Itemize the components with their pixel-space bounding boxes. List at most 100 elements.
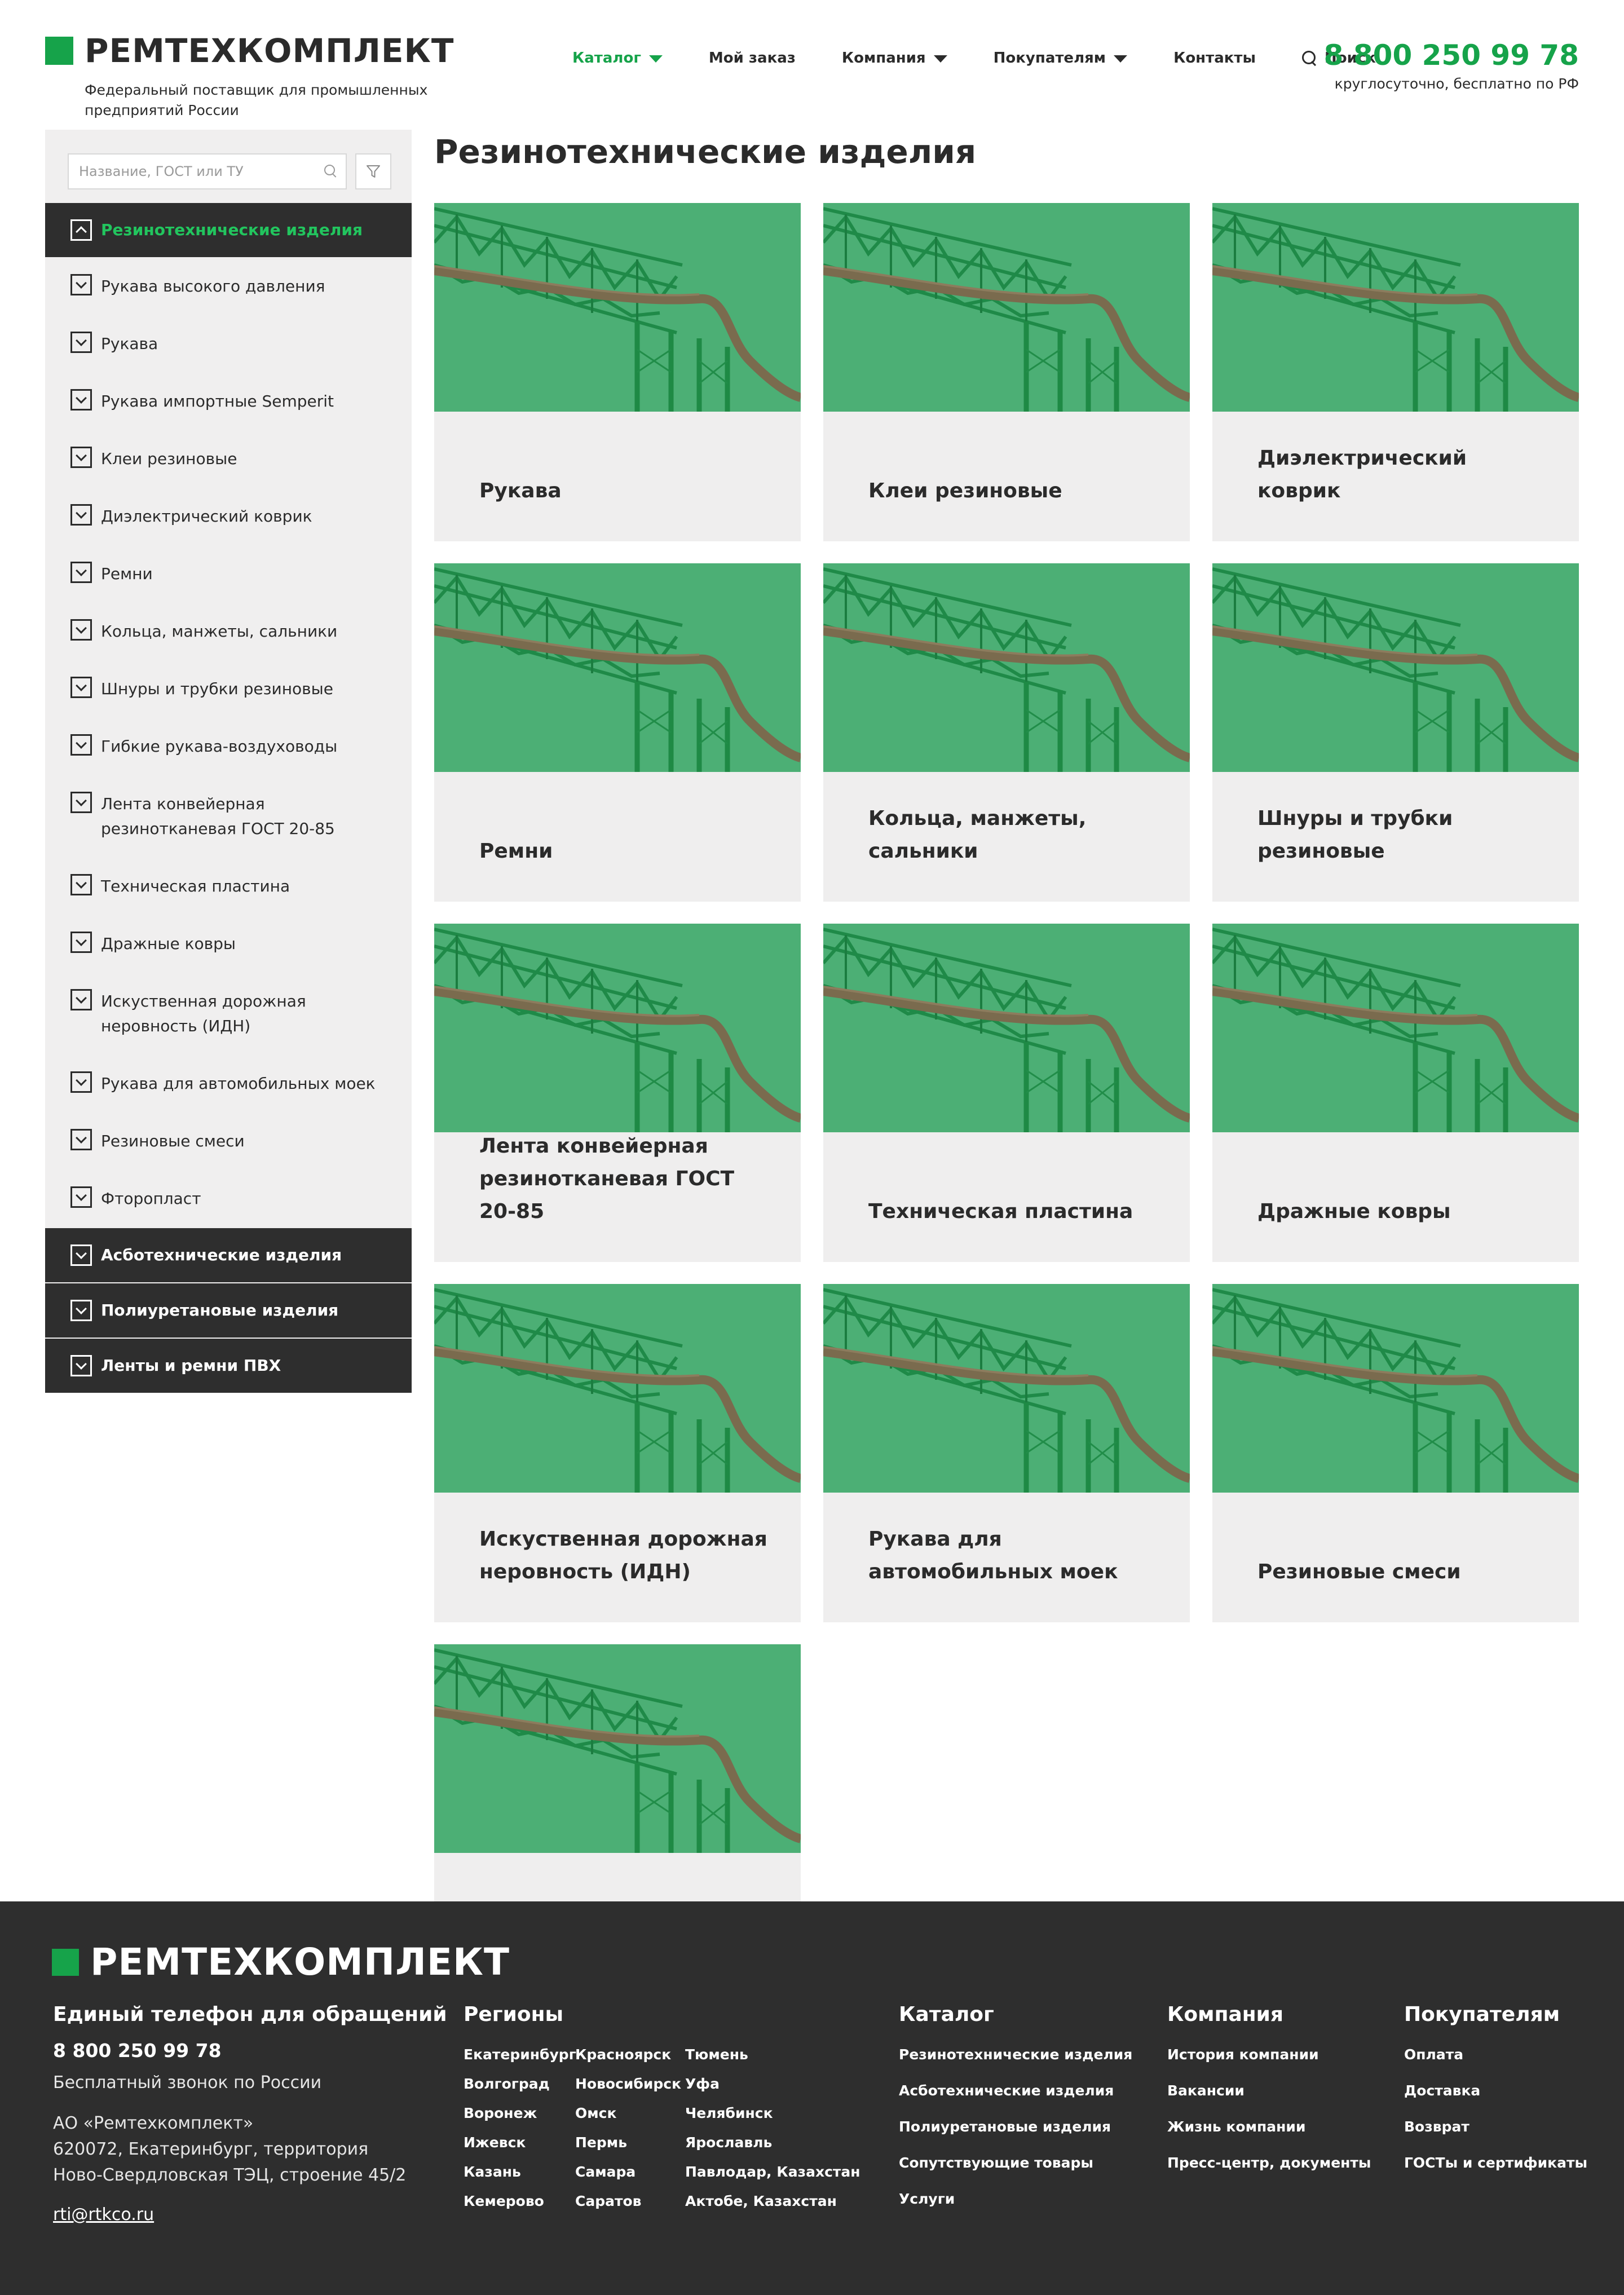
category-card[interactable]: Искуственная дорожная неровность (ИДН): [434, 1284, 801, 1622]
region-link[interactable]: Самара: [575, 2157, 681, 2187]
expand-toggle[interactable]: [70, 219, 92, 241]
category-label: Дражные ковры: [101, 934, 236, 953]
region-link[interactable]: Павлодар, Казахстан: [685, 2157, 860, 2187]
chevron-down-icon: [1114, 55, 1128, 63]
category-card[interactable]: Клеи резиновые: [823, 203, 1190, 541]
category-card[interactable]: Диэлектрический коврик: [1212, 203, 1579, 541]
footer-buyers-link[interactable]: Оплата: [1404, 2037, 1587, 2073]
expand-toggle[interactable]: [70, 1355, 92, 1376]
footer-buyers-link[interactable]: ГОСТы и сертификаты: [1404, 2145, 1587, 2181]
nav-my-order[interactable]: Мой заказ: [709, 50, 796, 67]
category-item[interactable]: Рукава: [45, 316, 412, 373]
region-link[interactable]: Кемерово: [464, 2187, 576, 2216]
footer-email[interactable]: rti@rtkco.ru: [53, 2205, 154, 2225]
region-link[interactable]: Саратов: [575, 2187, 681, 2216]
footer-catalog-link[interactable]: Асботехнические изделия: [899, 2073, 1132, 2109]
card-image: [823, 924, 1190, 1132]
expand-toggle[interactable]: [70, 504, 92, 526]
footer-company-link[interactable]: Вакансии: [1167, 2073, 1371, 2109]
expand-toggle[interactable]: [70, 332, 92, 353]
expand-toggle[interactable]: [70, 932, 92, 953]
category-item[interactable]: Фторопласт: [45, 1171, 412, 1228]
category-item[interactable]: Шнуры и трубки резиновые: [45, 661, 412, 718]
category-card[interactable]: Дражные ковры: [1212, 924, 1579, 1262]
expand-toggle[interactable]: [70, 389, 92, 411]
category-card[interactable]: Ремни: [434, 563, 801, 902]
expand-toggle[interactable]: [70, 792, 92, 813]
region-link[interactable]: Новосибирск: [575, 2069, 681, 2099]
category-item[interactable]: Техническая пластина: [45, 858, 412, 916]
category-item[interactable]: Диэлектрический коврик: [45, 488, 412, 546]
expand-toggle[interactable]: [70, 1300, 92, 1321]
expand-toggle[interactable]: [70, 1129, 92, 1150]
category-group[interactable]: Полиуретановые изделия: [45, 1283, 412, 1338]
card-title: Рукава: [479, 479, 562, 502]
nav-catalog[interactable]: Каталог: [572, 50, 663, 67]
expand-toggle[interactable]: [70, 1244, 92, 1266]
category-item[interactable]: Искуственная дорожная неровность (ИДН): [45, 973, 412, 1056]
category-card[interactable]: Шнуры и трубки резиновые: [1212, 563, 1579, 902]
nav-contacts[interactable]: Контакты: [1173, 50, 1256, 67]
region-link[interactable]: Тюмень: [685, 2040, 860, 2069]
region-link[interactable]: Уфа: [685, 2069, 860, 2099]
expand-toggle[interactable]: [70, 989, 92, 1010]
expand-toggle[interactable]: [70, 1071, 92, 1093]
phone-number[interactable]: 8 800 250 99 78: [1324, 38, 1579, 72]
region-link[interactable]: Ижевск: [464, 2128, 576, 2157]
category-card[interactable]: Рукава: [434, 203, 801, 541]
category-item[interactable]: Рукава для автомобильных моек: [45, 1056, 412, 1113]
expand-toggle[interactable]: [70, 677, 92, 698]
category-item[interactable]: Резиновые смеси: [45, 1113, 412, 1171]
category-card[interactable]: Техническая пластина: [823, 924, 1190, 1262]
nav-company[interactable]: Компания: [842, 50, 947, 67]
category-card[interactable]: Лента конвейерная резинотканевая ГОСТ 20…: [434, 924, 801, 1262]
category-group[interactable]: Асботехнические изделия: [45, 1228, 412, 1282]
footer-company-link[interactable]: Пресс-центр, документы: [1167, 2145, 1371, 2181]
expand-toggle[interactable]: [70, 874, 92, 895]
footer-buyers-link[interactable]: Возврат: [1404, 2109, 1587, 2145]
logo[interactable]: РЕМТЕХКОМПЛЕКТ: [45, 34, 454, 68]
region-link[interactable]: Волгоград: [464, 2069, 576, 2099]
category-item[interactable]: Рукава высокого давления: [45, 258, 412, 316]
footer-company-link[interactable]: Жизнь компании: [1167, 2109, 1371, 2145]
category-item[interactable]: Рукава импортные Semperit: [45, 373, 412, 431]
category-item[interactable]: Клеи резиновые: [45, 431, 412, 488]
category-group[interactable]: Резинотехнические изделия: [45, 203, 412, 257]
region-link[interactable]: Екатеринбург: [464, 2040, 576, 2069]
expand-toggle[interactable]: [70, 274, 92, 295]
region-link[interactable]: Челябинск: [685, 2099, 860, 2128]
catalog-search-input[interactable]: [69, 155, 317, 188]
expand-toggle[interactable]: [70, 734, 92, 756]
region-link[interactable]: Актобе, Казахстан: [685, 2187, 860, 2216]
region-link[interactable]: Воронеж: [464, 2099, 576, 2128]
footer-logo[interactable]: РЕМТЕХКОМПЛЕКТ: [52, 1944, 510, 1981]
category-card[interactable]: Кольца, манжеты, сальники: [823, 563, 1190, 902]
expand-toggle[interactable]: [70, 447, 92, 468]
category-item[interactable]: Кольца, манжеты, сальники: [45, 603, 412, 661]
category-card[interactable]: Рукава для автомобильных моек: [823, 1284, 1190, 1622]
filter-button[interactable]: [355, 153, 391, 189]
footer-company-link[interactable]: История компании: [1167, 2037, 1371, 2073]
region-link[interactable]: Пермь: [575, 2128, 681, 2157]
category-item[interactable]: Дражные ковры: [45, 916, 412, 973]
search-icon[interactable]: [324, 165, 338, 178]
expand-toggle[interactable]: [70, 1186, 92, 1208]
region-link[interactable]: Ярославль: [685, 2128, 860, 2157]
footer-catalog-link[interactable]: Резинотехнические изделия: [899, 2037, 1132, 2073]
footer-catalog-link[interactable]: Полиуретановые изделия: [899, 2109, 1132, 2145]
footer-catalog-link[interactable]: Сопутствующие товары: [899, 2145, 1132, 2181]
category-item[interactable]: Лента конвейерная резинотканевая ГОСТ 20…: [45, 776, 412, 858]
category-group[interactable]: Ленты и ремни ПВХ: [45, 1339, 412, 1393]
category-item[interactable]: Ремни: [45, 546, 412, 603]
footer-buyers-link[interactable]: Доставка: [1404, 2073, 1587, 2109]
expand-toggle[interactable]: [70, 562, 92, 583]
region-link[interactable]: Казань: [464, 2157, 576, 2187]
category-card[interactable]: Резиновые смеси: [1212, 1284, 1579, 1622]
expand-toggle[interactable]: [70, 619, 92, 641]
region-link[interactable]: Омск: [575, 2099, 681, 2128]
category-item[interactable]: Гибкие рукава-воздуховоды: [45, 718, 412, 776]
footer-catalog-link[interactable]: Услуги: [899, 2181, 1132, 2217]
nav-buyers[interactable]: Покупателям: [994, 50, 1128, 67]
region-link[interactable]: Красноярск: [575, 2040, 681, 2069]
footer-phone[interactable]: 8 800 250 99 78: [53, 2040, 222, 2062]
